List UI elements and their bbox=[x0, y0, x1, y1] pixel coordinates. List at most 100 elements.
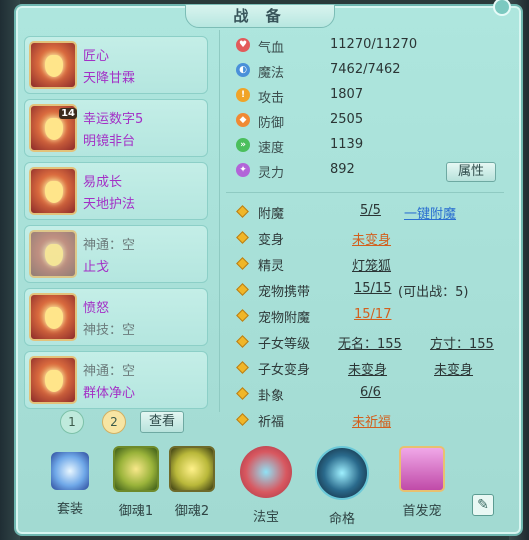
pet-fumo-value[interactable]: 15/17 bbox=[354, 307, 391, 322]
info-label: 精灵 bbox=[258, 259, 285, 274]
bottom-label: 法宝 bbox=[252, 510, 279, 525]
page-2-button[interactable]: 2 bbox=[102, 410, 126, 434]
edit-icon[interactable]: ✎ bbox=[472, 494, 494, 516]
info-bianshen: 变身 未变身 bbox=[232, 228, 512, 248]
slot-line1: 神通：空 bbox=[83, 364, 136, 379]
one-click-fumo-link[interactable]: 一键附魔 bbox=[404, 203, 456, 222]
horizontal-divider bbox=[226, 192, 504, 193]
stat-mp: ◐ 魔法 7462/7462 bbox=[232, 61, 502, 81]
equip-slot-6[interactable]: 神通：空 群体净心 bbox=[24, 351, 208, 409]
slot-line2: 群体净心 bbox=[83, 386, 136, 401]
info-child-bianshen: 子女变身 未变身 未变身 bbox=[232, 358, 512, 378]
slot-line2: 止戈 bbox=[83, 260, 110, 275]
equip-slot-1[interactable]: 匠心 天降甘霖 bbox=[24, 36, 208, 94]
stat-label: 速度 bbox=[258, 141, 285, 156]
info-label: 子女等级 bbox=[258, 337, 311, 352]
info-label: 宠物携带 bbox=[258, 285, 311, 300]
bottom-fabao[interactable]: 法宝 bbox=[236, 446, 296, 526]
slot-line1: 匠心 bbox=[83, 49, 110, 64]
diamond-icon bbox=[236, 387, 249, 400]
fabao-icon bbox=[240, 446, 292, 498]
info-label: 变身 bbox=[258, 233, 285, 248]
info-label: 附魔 bbox=[258, 207, 285, 222]
bottom-soul2[interactable]: 御魂2 bbox=[162, 446, 222, 526]
speed-icon: » bbox=[236, 138, 250, 152]
gem-icon bbox=[45, 181, 63, 203]
gem-icon bbox=[45, 118, 63, 140]
slot-line2: 神技：空 bbox=[83, 323, 136, 338]
guaxiang-value[interactable]: 6/6 bbox=[360, 385, 381, 400]
stat-value: 7462/7462 bbox=[330, 62, 401, 77]
view-button[interactable]: 查看 bbox=[140, 411, 184, 433]
stat-value: 892 bbox=[330, 162, 355, 177]
child-1-level[interactable]: 无名：155 bbox=[338, 333, 402, 352]
info-pet-fumo: 宠物附魔 15/17 bbox=[232, 306, 512, 326]
equip-slot-5[interactable]: 愤怒 神技：空 bbox=[24, 288, 208, 346]
diamond-icon bbox=[236, 231, 249, 244]
pet-icon bbox=[399, 446, 445, 492]
diamond-icon bbox=[236, 205, 249, 218]
bottom-soul1[interactable]: 御魂1 bbox=[106, 446, 166, 526]
info-label: 卦象 bbox=[258, 389, 285, 404]
shield-icon: ◆ bbox=[236, 113, 250, 127]
equip-slot-4[interactable]: 神通：空 止戈 bbox=[24, 225, 208, 283]
qifu-value[interactable]: 未祈福 bbox=[352, 411, 391, 430]
stat-speed: » 速度 1139 bbox=[232, 136, 502, 156]
stat-label: 防御 bbox=[258, 116, 285, 131]
info-label: 祈福 bbox=[258, 415, 285, 430]
diamond-icon bbox=[236, 309, 249, 322]
child-1-bianshen[interactable]: 未变身 bbox=[348, 359, 387, 378]
slot-line1: 幸运数字5 bbox=[83, 112, 144, 127]
fumo-value[interactable]: 5/5 bbox=[360, 203, 381, 218]
info-fumo: 附魔 5/5 一键附魔 bbox=[232, 202, 512, 222]
spirit-icon: ✦ bbox=[236, 163, 250, 177]
equip-icon bbox=[29, 230, 77, 278]
stat-label: 攻击 bbox=[258, 91, 285, 106]
page-1-button[interactable]: 1 bbox=[60, 410, 84, 434]
info-pet-carry: 宠物携带 15/15 (可出战：5) bbox=[232, 280, 512, 300]
bottom-mingge[interactable]: 命格 bbox=[312, 446, 372, 527]
info-label: 子女变身 bbox=[258, 363, 311, 378]
info-guaxiang: 卦象 6/6 bbox=[232, 384, 512, 404]
bottom-label: 御魂2 bbox=[174, 504, 210, 519]
soul1-icon bbox=[113, 446, 159, 492]
stat-label: 灵力 bbox=[258, 166, 285, 181]
info-child-level: 子女等级 无名：155 方寸：155 bbox=[232, 332, 512, 352]
child-2-bianshen[interactable]: 未变身 bbox=[434, 359, 473, 378]
stat-label: 魔法 bbox=[258, 66, 285, 81]
slot-line1: 易成长 bbox=[83, 175, 123, 190]
slot-line2: 天降甘霖 bbox=[83, 71, 136, 86]
child-2-level[interactable]: 方寸：155 bbox=[430, 333, 494, 352]
diamond-icon bbox=[236, 361, 249, 374]
equip-slot-3[interactable]: 易成长 天地护法 bbox=[24, 162, 208, 220]
info-qifu: 祈福 未祈福 bbox=[232, 410, 512, 430]
stat-attack: ! 攻击 1807 bbox=[232, 86, 502, 106]
attack-icon: ! bbox=[236, 88, 250, 102]
gem-icon bbox=[45, 244, 63, 266]
info-label: 宠物附魔 bbox=[258, 311, 311, 326]
stat-value: 11270/11270 bbox=[330, 37, 418, 52]
heart-icon: ♥ bbox=[236, 38, 250, 52]
bianshen-value[interactable]: 未变身 bbox=[352, 229, 391, 248]
bottom-suit[interactable]: 套装 bbox=[40, 446, 100, 526]
bottom-label: 御魂1 bbox=[118, 504, 154, 519]
slot-line2: 明镜非台 bbox=[83, 134, 136, 149]
attributes-button[interactable]: 属性 bbox=[446, 162, 496, 182]
equip-icon bbox=[29, 41, 77, 89]
stat-value: 2505 bbox=[330, 112, 364, 127]
bottom-first-pet[interactable]: 首发宠 bbox=[392, 446, 452, 526]
diamond-icon bbox=[236, 283, 249, 296]
bottom-label: 命格 bbox=[328, 512, 355, 527]
diamond-icon bbox=[236, 257, 249, 270]
stat-defense: ◆ 防御 2505 bbox=[232, 111, 502, 131]
diamond-icon bbox=[236, 413, 249, 426]
gem-icon bbox=[45, 370, 63, 392]
jingling-value[interactable]: 灯笼狐 bbox=[352, 255, 391, 274]
equip-slot-2[interactable]: 14 幸运数字5 明镜非台 bbox=[24, 99, 208, 157]
info-jingling: 精灵 灯笼狐 bbox=[232, 254, 512, 274]
vertical-divider bbox=[219, 30, 220, 412]
equip-icon bbox=[29, 356, 77, 404]
gem-icon bbox=[45, 307, 63, 329]
window-title: 战 备 bbox=[185, 4, 335, 28]
pet-carry-value[interactable]: 15/15 bbox=[354, 281, 391, 296]
